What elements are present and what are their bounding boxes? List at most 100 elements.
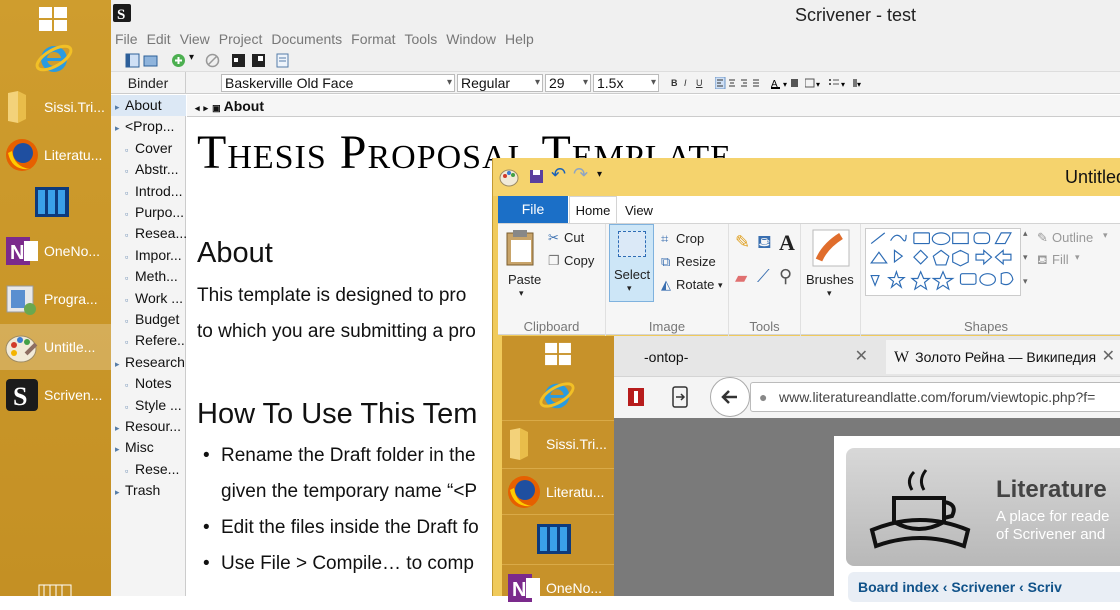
cut-button[interactable]: Cut [564,230,584,245]
binder-item[interactable]: ▫ Work ... [111,288,186,309]
tab-home[interactable]: Home [569,196,617,223]
folder-toolbar-icon[interactable] [143,53,158,68]
copy-button[interactable]: Copy [564,253,594,268]
binder-item[interactable]: ▸ Research [111,352,186,373]
binder-item[interactable]: ▸ <Prop... [111,116,186,137]
menu-project[interactable]: Project [219,30,263,48]
binder-item[interactable]: ▸ Trash [111,480,186,501]
paste-button[interactable]: Paste [508,272,541,287]
taskbar-item-programs[interactable]: Progra... [0,276,111,322]
rotate-button[interactable]: Rotate [676,277,714,292]
fill-bucket-icon[interactable]: ⛾ [757,232,772,256]
binder-item[interactable]: ▫ Refere... [111,330,186,351]
menu-edit[interactable]: Edit [147,30,171,48]
binder-item[interactable]: ▫ Introd... [111,181,186,202]
text-tool-icon[interactable]: A [779,230,795,256]
crop-button[interactable]: Crop [676,231,704,246]
doc-paragraph-2[interactable]: to which you are submitting a pro [197,321,476,343]
bold-button[interactable]: B [671,77,678,89]
cut-icon[interactable]: ✂ [548,230,559,246]
taskbar-item-onenote[interactable]: N OneNo... [0,228,111,274]
list-table-icons[interactable]: ▾ ▾ ▾ [805,77,865,89]
copy-icon[interactable]: ❐ [548,253,560,269]
menu-view[interactable]: View [180,30,210,48]
pencil-icon[interactable]: ✎ [735,232,750,253]
compose-icon[interactable] [251,53,266,68]
line-spacing-select[interactable]: 1.5x [593,74,659,92]
redo-icon[interactable]: ↷ [573,164,588,185]
taskbar-item-scrivener[interactable]: S Scriven... [0,372,111,418]
binder-item[interactable]: ▸ Resour... [111,416,186,437]
resize-button[interactable]: Resize [676,254,716,269]
windows-start-icon[interactable] [38,6,68,32]
text-color-icon[interactable]: A ▾ [771,77,799,89]
undo-icon[interactable]: ↶ [551,164,566,185]
binder-item[interactable]: ▫ Rese... [111,459,186,480]
shapes-gallery[interactable] [865,228,1021,296]
quick-access-dropdown-icon[interactable]: ▾ [597,169,602,180]
color-picker-icon[interactable]: ⟋ [757,266,770,287]
binder-toggle-icon[interactable] [125,53,140,68]
outline-dropdown-icon[interactable]: ▾ [1103,230,1108,241]
doc-bullet-2[interactable]: • Edit the files inside the Draft fo [203,517,479,539]
save-icon[interactable] [529,169,544,184]
nav-back-icon[interactable]: ◂ [195,103,200,113]
binder-item[interactable]: ▸ Misc [111,437,186,458]
binder-item[interactable]: ▫ Cover [111,138,186,159]
doc-bullet-1-cont[interactable]: given the temporary name “<P [221,481,477,503]
doc-bullet-3[interactable]: • Use File > Compile… to comp [203,553,474,575]
paste-dropdown-icon[interactable]: ▾ [519,288,524,299]
font-family-select[interactable]: Baskerville Old Face [221,74,455,92]
doc-heading-howto[interactable]: How To Use This Tem [197,398,477,431]
add-dropdown-icon[interactable]: ▾ [189,52,204,67]
binder-item[interactable]: ▫ Notes [111,373,186,394]
brushes-group[interactable]: Brushes ▾ [801,224,861,336]
crop-icon[interactable]: ⌗ [661,231,668,247]
binder-item[interactable]: ▫ Abstr... [111,159,186,180]
resize-icon[interactable]: ⧉ [661,254,670,270]
menu-window[interactable]: Window [446,30,496,48]
menu-file[interactable]: File [115,30,138,48]
taskbar-item-paint[interactable]: Untitle... [0,324,111,370]
binder-item[interactable]: ▫ Budget [111,309,186,330]
doc-paragraph-1[interactable]: This template is designed to pro [197,285,466,307]
tab-file[interactable]: File [498,196,568,223]
document-notes-icon[interactable] [275,53,290,68]
menu-documents[interactable]: Documents [271,30,342,48]
add-icon[interactable] [171,53,186,68]
underline-button[interactable]: U [696,77,703,89]
fill-icon[interactable]: ⛾ [1037,252,1048,270]
shapes-expand-icon[interactable]: ▾ [1023,276,1028,287]
tab-view[interactable]: View [625,196,653,226]
font-style-select[interactable]: Regular [457,74,543,92]
doc-bullet-1[interactable]: • Rename the Draft folder in the [203,445,476,467]
magnifier-icon[interactable]: ⚲ [779,266,792,287]
split-icon[interactable] [231,53,246,68]
outline-icon[interactable]: ✎ [1037,230,1048,246]
shapes-scroll-down-icon[interactable]: ▾ [1023,252,1028,263]
binder-item[interactable]: ▫ Impor... [111,245,186,266]
nav-forward-icon[interactable]: ▸ [204,103,209,113]
paste-icon[interactable] [504,228,538,268]
taskbar-item-books[interactable] [0,178,111,224]
taskbar-item-folder[interactable]: Sissi.Tri... [0,84,111,130]
binder-item[interactable]: ▫ Resea... [111,223,186,244]
alignment-icons[interactable] [715,77,763,89]
font-size-select[interactable]: 29 [545,74,591,92]
internet-explorer-icon[interactable] [34,38,74,78]
rotate-icon[interactable]: ◭ [661,277,671,293]
doc-heading-about[interactable]: About [197,237,273,270]
fill-dropdown-icon[interactable]: ▾ [1075,252,1080,263]
binder-item[interactable]: ▫ Style ... [111,395,186,416]
binder-item[interactable]: ▫ Meth... [111,266,186,287]
binder-item[interactable]: ▫ Purpo... [111,202,186,223]
italic-button[interactable]: I [684,77,687,89]
menu-format[interactable]: Format [351,30,395,48]
outline-button[interactable]: Outline [1052,230,1093,245]
binder-item[interactable]: ▸ About [111,95,186,116]
shapes-scroll-up-icon[interactable]: ▴ [1023,228,1028,239]
paint-app-icon[interactable] [499,167,519,187]
eraser-icon[interactable]: ▰ [735,268,747,288]
delete-icon[interactable] [205,53,220,68]
select-button[interactable]: Select ▾ [609,224,654,302]
